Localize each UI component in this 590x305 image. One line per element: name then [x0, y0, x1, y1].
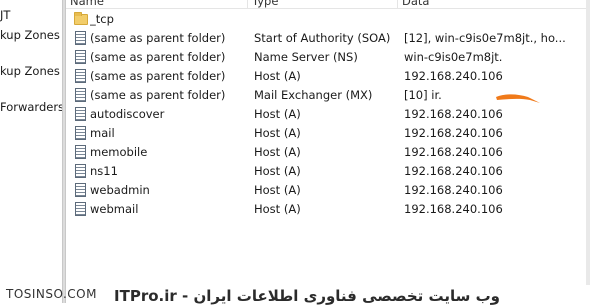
table-row[interactable]: ns11 Host (A) 192.168.240.106: [66, 162, 590, 181]
table-row[interactable]: (same as parent folder) Host (A) 192.168.2…: [66, 67, 590, 86]
cell-data: 192.168.240.106: [404, 69, 503, 83]
cell-data: 192.168.240.106: [404, 183, 503, 197]
cell-type: Host (A): [254, 164, 301, 178]
watermark-right: ITPro.ir - وب سایت تخصصی فناوری اطلاعات …: [114, 287, 500, 305]
table-row[interactable]: memobile Host (A) 192.168.240.106: [66, 143, 590, 162]
record-icon: [75, 107, 86, 121]
cell-data: 192.168.240.106: [404, 145, 503, 159]
console-tree: JT kup Zones kup Zones Forwarders: [0, 0, 62, 303]
table-row[interactable]: (same as parent folder) Start of Authorit…: [66, 29, 590, 48]
record-icon: [75, 145, 86, 159]
cell-name: _tcp: [90, 12, 114, 26]
cell-name: memobile: [90, 145, 148, 159]
cell-data: win-c9is0e7m8jt.: [404, 50, 503, 64]
cell-data: 192.168.240.106: [404, 202, 503, 216]
watermark-left: TOSINSO.COM: [6, 287, 97, 301]
cell-name: (same as parent folder): [90, 88, 226, 102]
column-header-data[interactable]: Data: [398, 0, 588, 8]
tree-item-forwarders[interactable]: Forwarders: [0, 100, 62, 114]
folder-icon: [74, 12, 88, 25]
record-icon: [75, 202, 86, 216]
cell-name: (same as parent folder): [90, 31, 226, 45]
table-row[interactable]: (same as parent folder) Name Server (NS) w…: [66, 48, 590, 67]
list-header: Name Type Data: [66, 0, 590, 9]
cell-name: webadmin: [90, 183, 150, 197]
footer-watermarks: TOSINSO.COM ITPro.ir - وب سایت تخصصی فنا…: [0, 283, 590, 305]
cell-type: Host (A): [254, 126, 301, 140]
table-row[interactable]: _tcp: [66, 10, 590, 29]
cell-type: Host (A): [254, 202, 301, 216]
table-row[interactable]: webmail Host (A) 192.168.240.106: [66, 200, 590, 219]
cell-type: Name Server (NS): [254, 50, 358, 64]
cell-name: (same as parent folder): [90, 69, 226, 83]
cell-type: Mail Exchanger (MX): [254, 88, 373, 102]
cell-data: 192.168.240.106: [404, 164, 503, 178]
cell-name: (same as parent folder): [90, 50, 226, 64]
cell-type: Host (A): [254, 69, 301, 83]
cell-data: 192.168.240.106: [404, 126, 503, 140]
table-row[interactable]: webadmin Host (A) 192.168.240.106: [66, 181, 590, 200]
tree-item-1[interactable]: JT: [0, 8, 10, 22]
record-icon: [75, 183, 86, 197]
redaction-mark: [496, 94, 540, 103]
record-icon: [75, 50, 86, 64]
vertical-scrollbar[interactable]: [586, 0, 590, 285]
column-header-name[interactable]: Name: [66, 0, 248, 8]
record-icon: [75, 164, 86, 178]
record-icon: [75, 88, 86, 102]
cell-type: Host (A): [254, 107, 301, 121]
cell-data: 192.168.240.106: [404, 107, 503, 121]
cell-name: mail: [90, 126, 115, 140]
cell-data: [12], win-c9is0e7m8jt., ho...: [404, 31, 566, 45]
table-row[interactable]: autodiscover Host (A) 192.168.240.106: [66, 105, 590, 124]
tree-item-2[interactable]: kup Zones: [0, 28, 60, 42]
cell-type: Start of Authority (SOA): [254, 31, 391, 45]
cell-type: Host (A): [254, 145, 301, 159]
cell-type: Host (A): [254, 183, 301, 197]
record-icon: [75, 126, 86, 140]
record-icon: [75, 31, 86, 45]
cell-name: ns11: [90, 164, 118, 178]
cell-name: autodiscover: [90, 107, 165, 121]
column-header-type[interactable]: Type: [248, 0, 398, 8]
table-row[interactable]: mail Host (A) 192.168.240.106: [66, 124, 590, 143]
tree-item-3[interactable]: kup Zones: [0, 64, 60, 78]
cell-name: webmail: [90, 202, 139, 216]
record-icon: [75, 69, 86, 83]
records-list: Name Type Data _tcp (same as parent folde…: [66, 0, 590, 303]
